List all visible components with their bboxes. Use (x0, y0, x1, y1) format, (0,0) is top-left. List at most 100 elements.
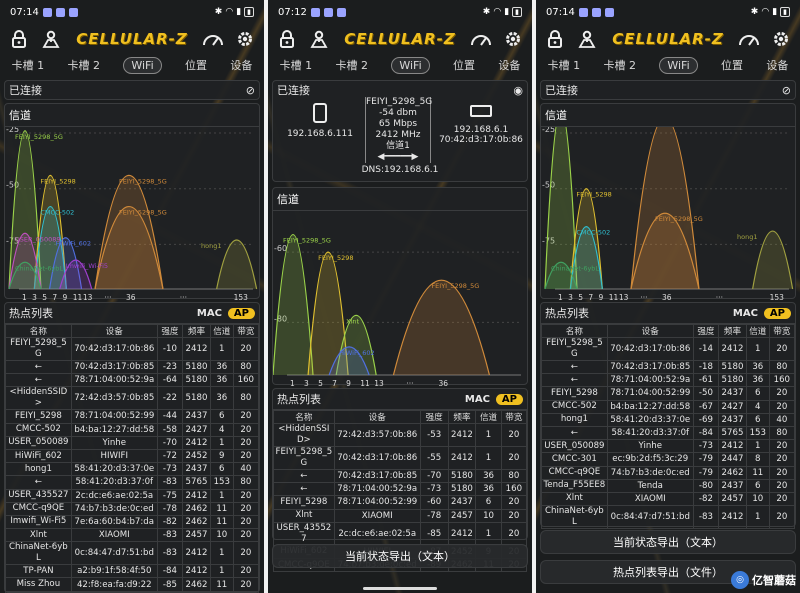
tab-location[interactable]: 位置 (453, 57, 475, 73)
connected-card: 已连接 ⊘ (540, 80, 796, 100)
table-row[interactable]: hong1 58:41:20:d3:37:0e -73 2437 6 40 (5, 462, 260, 477)
table-row[interactable]: ChinaNet-6ybL 0c:84:47:d7:51:bd -83 2412 1 20 (5, 541, 260, 566)
mac-toggle[interactable]: MAC (465, 394, 490, 405)
table-row[interactable]: FEIYI_5298_5G 70:42:d3:17:0b:86 -14 2412 1 20 (541, 337, 796, 361)
table-row[interactable]: <HiddenSSID> 72:42:d3:57:0b:85 -22 5180 36 80 (5, 386, 260, 411)
tab-sim1[interactable]: 卡槽 1 (280, 57, 313, 73)
column-header[interactable]: 强度 (156, 324, 184, 338)
column-header[interactable]: 强度 (419, 410, 449, 424)
table-cell: 2427 (182, 422, 211, 437)
eye-off-icon[interactable]: ⊘ (246, 84, 255, 97)
column-header[interactable]: 信道 (745, 324, 770, 338)
gear-icon[interactable] (502, 28, 524, 50)
table-row[interactable]: FEIYI_5298_5G 70:42:d3:17:0b:86 -10 2412 1 20 (5, 337, 260, 361)
export-status-button[interactable]: 当前状态导出（文本） (540, 530, 796, 554)
table-row[interactable]: FEIYI_5298 78:71:04:00:52:99 -60 2437 6 20 (273, 495, 528, 510)
table-row[interactable]: ← 70:42:d3:17:0b:85 -70 5180 36 80 (273, 468, 528, 484)
lock-icon[interactable] (276, 28, 298, 50)
table-row[interactable]: FEIYI_5298 78:71:04:00:52:99 -44 2437 6 20 (5, 409, 260, 424)
ap-toggle[interactable]: AP (227, 307, 255, 319)
column-header[interactable]: 强度 (692, 324, 720, 338)
table-row[interactable]: USER_050089 Yinhe -73 2412 1 20 (541, 439, 796, 454)
table-cell: ← (273, 482, 335, 497)
column-header[interactable]: 频率 (182, 324, 211, 338)
tab-sim2[interactable]: 卡槽 2 (604, 57, 637, 73)
table-row[interactable]: Miss Zhou 42:f8:ea:fa:d9:22 -85 2462 11 20 (5, 577, 260, 592)
table-row[interactable]: ← 70:42:d3:17:0b:85 -18 5180 36 80 (541, 359, 796, 375)
table-row[interactable]: Xlnt XIAOMI -82 2457 10 20 (541, 491, 796, 507)
tab-device[interactable]: 设备 (766, 57, 788, 73)
tab-device[interactable]: 设备 (498, 57, 520, 73)
location-tower-icon[interactable] (40, 28, 62, 50)
table-row[interactable]: ← 70:42:d3:17:0b:85 -23 5180 36 80 (5, 359, 260, 375)
column-header[interactable]: 名称 (5, 324, 72, 338)
table-row[interactable]: ← 78:71:04:00:52:9a -61 5180 36 160 (541, 373, 796, 388)
mac-toggle[interactable]: MAC (197, 308, 222, 319)
location-tower-icon[interactable] (576, 28, 598, 50)
table-row[interactable]: <HiddenSSID> 72:42:d3:57:0b:86 -53 2412 1 20 (273, 423, 528, 447)
table-cell: a2:b9:1f:58:4f:50 (70, 564, 158, 579)
table-row[interactable]: CMCC-301 ec:9b:2d:f5:3c:29 -79 2447 8 20 (541, 452, 796, 467)
lock-icon[interactable] (8, 28, 30, 50)
eye-off-icon[interactable]: ⊘ (782, 84, 791, 97)
speedometer-icon[interactable] (470, 28, 492, 50)
mac-toggle[interactable]: MAC (733, 308, 758, 319)
table-row[interactable]: USER_435527 2c:dc:e6:ae:02:5a -75 2412 1 20 (5, 488, 260, 503)
tab-location[interactable]: 位置 (185, 57, 207, 73)
column-header[interactable]: 频率 (718, 324, 747, 338)
table-row[interactable]: CMCC-q9QE 74:b7:b3:de:0c:ed -79 2462 11 20 (541, 465, 796, 480)
table-row[interactable]: hong1 58:41:20:d3:37:0e -69 2437 6 40 (541, 412, 796, 427)
table-row[interactable]: FEIYI_5298_5G 70:42:d3:17:0b:86 -55 2412 1 20 (273, 446, 528, 470)
column-header[interactable]: 带宽 (768, 324, 796, 338)
table-cell: ← (541, 373, 608, 388)
table-row[interactable]: CMCC-502 b4:ba:12:27:dd:58 -67 2427 4 20 (541, 399, 796, 414)
tab-sim2[interactable]: 卡槽 2 (68, 57, 101, 73)
table-row[interactable]: Xlnt XIAOMI -83 2457 10 20 (5, 528, 260, 543)
table-row[interactable]: ← 58:41:20:d3:37:0f -83 5765 153 80 (5, 475, 260, 490)
tab-sim1[interactable]: 卡槽 1 (12, 57, 45, 73)
gear-icon[interactable] (770, 28, 792, 50)
table-row[interactable]: ← 78:71:04:00:52:9a -64 5180 36 160 (5, 373, 260, 388)
tab-location[interactable]: 位置 (721, 57, 743, 73)
table-cell: ← (5, 373, 72, 388)
column-header[interactable]: 信道 (475, 410, 502, 424)
column-header[interactable]: 设备 (70, 324, 158, 338)
table-row[interactable]: Tenda_F55EE8 Tenda -80 2437 6 20 (541, 478, 796, 493)
column-header[interactable]: 设备 (606, 324, 694, 338)
tab-wifi[interactable]: WiFi (659, 56, 698, 74)
table-row[interactable]: CMCC-q9QE 74:b7:b3:de:0c:ed -78 2462 11 20 (5, 501, 260, 516)
tab-device[interactable]: 设备 (230, 57, 252, 73)
table-row[interactable]: Xlnt XIAOMI -78 2457 10 20 (273, 508, 528, 523)
ap-toggle[interactable]: AP (495, 393, 523, 405)
table-row[interactable]: CMCC-502 b4:ba:12:27:dd:58 -58 2427 4 20 (5, 422, 260, 437)
eye-icon[interactable]: ◉ (513, 84, 523, 97)
column-header[interactable]: 频率 (447, 410, 477, 424)
table-row[interactable]: TP-PAN a2:b9:1f:58:4f:50 -84 2412 1 20 (5, 564, 260, 579)
table-row[interactable]: ← 58:41:20:d3:37:0f -84 5765 153 80 (541, 425, 796, 441)
table-row[interactable]: Imwifi_Wi-Fi5 7e:6a:60:b4:b7:da -82 2462 11 2… (5, 514, 260, 530)
speedometer-icon[interactable] (738, 28, 760, 50)
table-row[interactable]: HiWiFi_602 HIWIFI -72 2452 9 20 (5, 448, 260, 464)
table-row[interactable]: ChinaNet-6ybL 0c:84:47:d7:51:bd -83 2412 1 20 (541, 505, 796, 530)
tab-sim2[interactable]: 卡槽 2 (336, 57, 369, 73)
tab-wifi[interactable]: WiFi (123, 56, 162, 74)
column-header[interactable]: 信道 (209, 324, 234, 338)
table-row[interactable]: USER_050089 Yinhe -70 2412 1 20 (5, 435, 260, 450)
table-row[interactable]: ← 78:71:04:00:52:9a -73 5180 36 160 (273, 482, 528, 497)
ap-toggle[interactable]: AP (763, 307, 791, 319)
nav-gesture-bar[interactable] (363, 587, 437, 590)
column-header[interactable]: 名称 (273, 410, 335, 424)
location-tower-icon[interactable] (308, 28, 330, 50)
export-status-button[interactable]: 当前状态导出（文本） (272, 544, 528, 568)
table-row[interactable]: USER_435527 2c:dc:e6:ae:02:5a -85 2412 1 20 (273, 521, 528, 546)
speedometer-icon[interactable] (202, 28, 224, 50)
gear-icon[interactable] (234, 28, 256, 50)
column-header[interactable]: 带宽 (500, 410, 528, 424)
lock-icon[interactable] (544, 28, 566, 50)
tab-wifi[interactable]: WiFi (391, 56, 430, 74)
column-header[interactable]: 设备 (333, 410, 421, 424)
column-header[interactable]: 名称 (541, 324, 608, 338)
column-header[interactable]: 带宽 (232, 324, 260, 338)
table-row[interactable]: FEIYI_5298 78:71:04:00:52:99 -50 2437 6 20 (541, 386, 796, 401)
tab-sim1[interactable]: 卡槽 1 (548, 57, 581, 73)
